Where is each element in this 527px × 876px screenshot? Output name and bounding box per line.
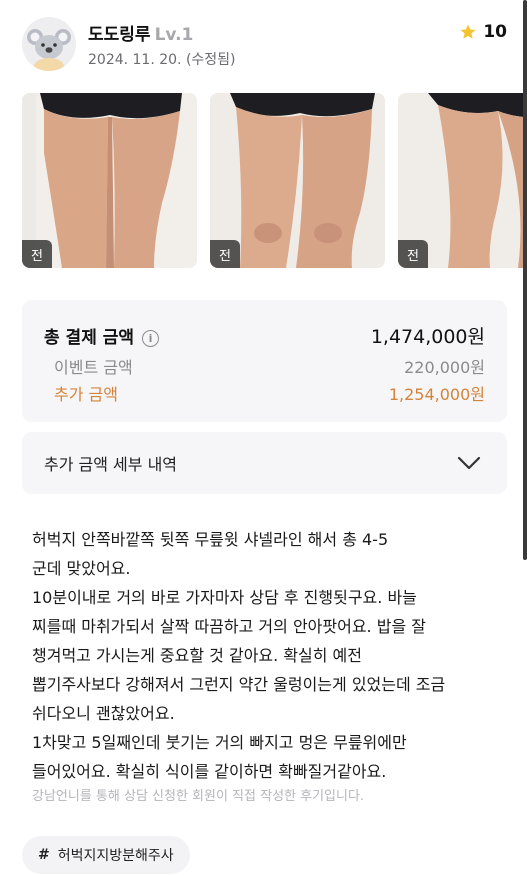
- koala-icon[interactable]: [22, 17, 76, 71]
- rating-value: 10: [483, 22, 507, 42]
- extra-cost-detail-toggle[interactable]: 추가 금액 세부 내역: [22, 432, 507, 494]
- payment-total-row: 총 결제 금액 i 1,474,000원: [44, 322, 485, 349]
- payment-total-label: 총 결제 금액: [44, 328, 135, 348]
- review-notice: 강남언니를 통해 상담 신청한 회원이 직접 작성한 후기입니다.: [32, 789, 365, 804]
- author-nickname: 도도링루: [88, 25, 151, 45]
- review-body: 허벅지 안쪽바깥쪽 뒷쪽 무릎윗 샤넬라인 해서 총 4-5 군데 맞았어요. …: [32, 525, 502, 786]
- payment-event-row: 이벤트 금액 220,000원: [44, 354, 485, 378]
- review-photo[interactable]: 전: [210, 93, 385, 268]
- author-level: Lv.1: [154, 25, 194, 45]
- photo-tag-before: 전: [22, 240, 52, 268]
- hashtag-chip[interactable]: # 허벅지지방분해주사: [22, 836, 190, 874]
- review-author-header: 도도링루 Lv.1 2024. 11. 20. (수정됨) 10: [22, 17, 512, 73]
- review-photo[interactable]: 전: [398, 93, 527, 268]
- hashtag-icon: #: [38, 847, 50, 863]
- payment-total-label-wrap: 총 결제 금액 i: [44, 323, 160, 348]
- review-date: 2024. 11. 20. (수정됨): [88, 52, 236, 68]
- extra-cost-detail-label: 추가 금액 세부 내역: [44, 455, 178, 474]
- star-icon: [460, 24, 476, 39]
- payment-summary-card: 총 결제 금액 i 1,474,000원 이벤트 금액 220,000원 추가 금…: [22, 300, 507, 422]
- review-photo[interactable]: 전: [22, 93, 197, 268]
- payment-extra-value: 1,254,000원: [388, 385, 485, 404]
- payment-extra-label: 추가 금액: [54, 385, 118, 404]
- scrollbar[interactable]: [523, 0, 527, 560]
- photo-tag-before: 전: [398, 240, 428, 268]
- author-name-row: 도도링루 Lv.1: [88, 20, 193, 45]
- info-icon[interactable]: i: [142, 329, 160, 347]
- payment-event-value: 220,000원: [404, 358, 485, 377]
- payment-extra-row: 추가 금액 1,254,000원: [44, 381, 485, 405]
- photo-tag-before: 전: [210, 240, 240, 268]
- review-text: 허벅지 안쪽바깥쪽 뒷쪽 무릎윗 샤넬라인 해서 총 4-5 군데 맞았어요. …: [32, 530, 446, 781]
- payment-event-label: 이벤트 금액: [54, 358, 133, 377]
- photo-carousel[interactable]: 전 전 전: [22, 93, 527, 268]
- chevron-down-icon: [457, 456, 481, 470]
- rating-score: 10: [459, 22, 507, 42]
- hashtag-label: 허벅지지방분해주사: [57, 848, 174, 864]
- payment-total-value: 1,474,000원: [370, 326, 485, 348]
